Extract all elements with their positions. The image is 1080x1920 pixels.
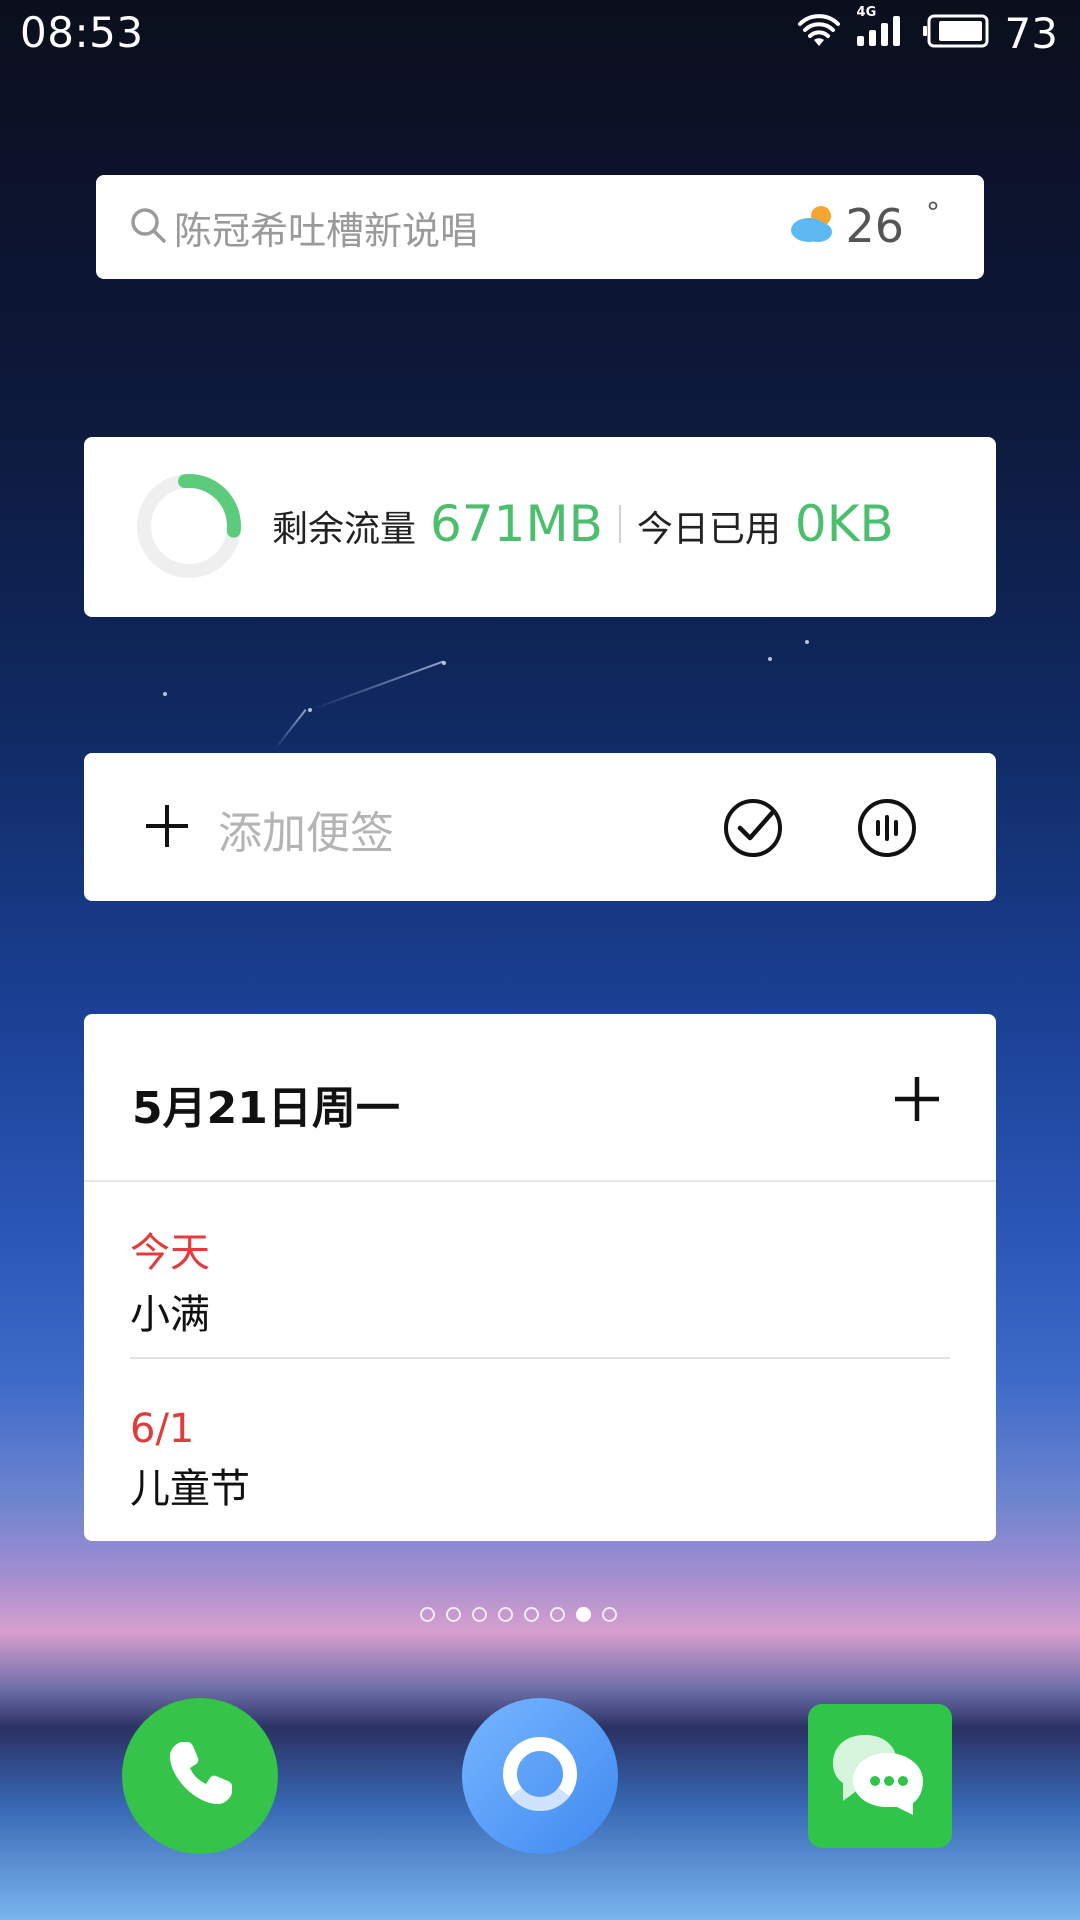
page-dot[interactable] <box>576 1607 591 1622</box>
constellation-line <box>274 708 307 750</box>
data-usage-summary: 剩余流量 671MB 今日已用 0KB <box>272 495 894 553</box>
event-title: 小满 <box>130 1292 210 1338</box>
event-date: 6/1 <box>130 1406 195 1452</box>
weather-widget[interactable]: 26 ° <box>787 195 940 253</box>
status-bar: 08:53 4G 73 <box>0 0 1080 66</box>
phone-icon <box>160 1734 240 1818</box>
add-note-input[interactable]: 添加便签 <box>218 797 394 861</box>
partly-cloudy-icon <box>787 202 837 250</box>
star <box>768 657 772 661</box>
weather-temperature: 26 <box>845 199 904 253</box>
star <box>805 640 809 644</box>
cellular-signal-icon: 4G <box>855 5 907 58</box>
page-indicator[interactable] <box>420 1607 617 1622</box>
calendar-header: 5月21日周一 <box>84 1014 996 1182</box>
event-divider <box>130 1357 950 1359</box>
note-widget: 添加便签 <box>84 753 996 901</box>
calendar-event[interactable]: 今天 小满 <box>130 1220 950 1340</box>
today-used-label: 今日已用 <box>636 509 781 550</box>
messages-icon <box>825 1719 935 1833</box>
battery-icon <box>921 9 991 58</box>
search-icon <box>96 205 168 249</box>
page-dot[interactable] <box>446 1607 461 1622</box>
page-dot[interactable] <box>550 1607 565 1622</box>
usage-divider <box>618 505 621 543</box>
remaining-data-value: 671MB <box>430 495 603 553</box>
network-type-label: 4G <box>856 4 877 20</box>
calendar-date-title: 5月21日周一 <box>132 1083 400 1134</box>
remaining-data-label: 剩余流量 <box>272 509 417 550</box>
browser-icon <box>496 1730 584 1822</box>
degree-symbol: ° <box>926 195 940 229</box>
page-dot[interactable] <box>524 1607 539 1622</box>
wifi-icon <box>797 9 841 58</box>
messages-app[interactable] <box>808 1704 952 1848</box>
battery-percent: 73 <box>1004 8 1058 58</box>
constellation-line <box>309 660 444 711</box>
calendar-widget[interactable]: 5月21日周一 今天 小满 6/1 儿童节 <box>84 1014 996 1541</box>
today-used-value: 0KB <box>794 495 894 553</box>
search-input[interactable]: 陈冠希吐槽新说唱 <box>174 200 478 255</box>
event-title: 儿童节 <box>130 1466 250 1512</box>
calendar-event[interactable]: 6/1 儿童节 <box>130 1406 950 1514</box>
page-dot[interactable] <box>472 1607 487 1622</box>
page-dot[interactable] <box>498 1607 513 1622</box>
star <box>163 692 167 696</box>
event-date: 今天 <box>130 1230 210 1276</box>
phone-app[interactable] <box>122 1698 278 1854</box>
data-usage-widget[interactable]: 剩余流量 671MB 今日已用 0KB <box>84 437 996 617</box>
page-dot[interactable] <box>602 1607 617 1622</box>
browser-app[interactable] <box>462 1698 618 1854</box>
status-indicators: 4G 73 <box>797 5 1058 58</box>
page-dot[interactable] <box>420 1607 435 1622</box>
data-usage-ring <box>137 474 241 578</box>
status-time: 08:53 <box>20 8 144 57</box>
search-widget[interactable]: 陈冠希吐槽新说唱 26 ° <box>96 175 984 279</box>
